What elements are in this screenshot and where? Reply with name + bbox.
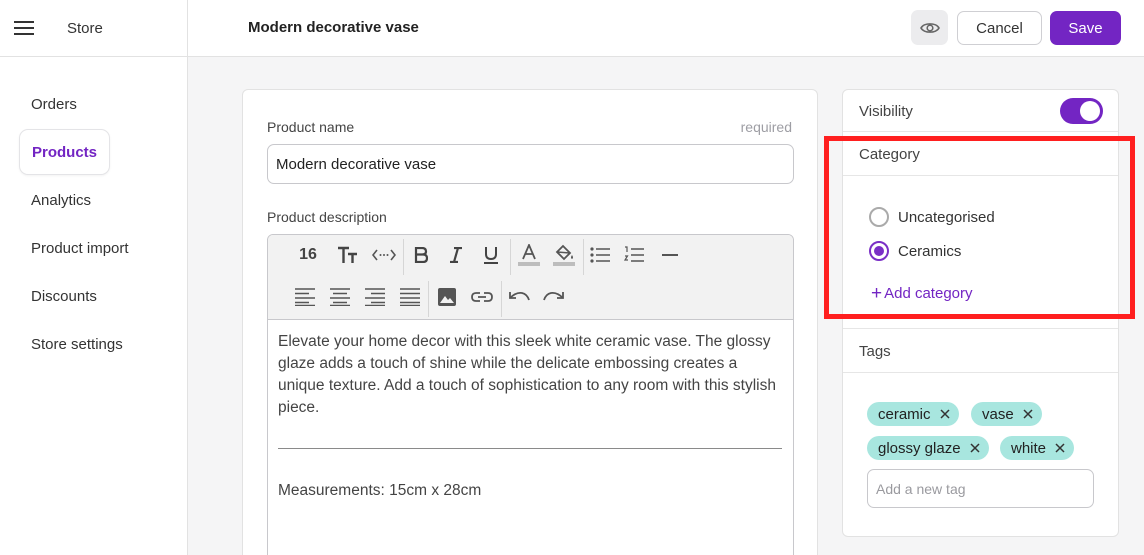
settings-panel: Visibility Category Uncategorised Cerami…	[842, 89, 1119, 537]
align-center-icon[interactable]	[326, 283, 354, 311]
category-option-ceramics[interactable]: Ceramics	[869, 241, 961, 261]
horizontal-rule-icon[interactable]	[656, 241, 684, 269]
editor-toolbar: 16	[268, 235, 793, 320]
description-text[interactable]: Elevate your home decor with this sleek …	[278, 331, 783, 419]
sidebar-item-analytics[interactable]: Analytics	[19, 177, 103, 223]
tag-chip: ceramic	[867, 402, 959, 426]
radio-button-checked[interactable]	[869, 241, 889, 261]
eye-icon	[919, 22, 940, 33]
underline-icon[interactable]	[477, 241, 505, 269]
product-name-label: Product name	[267, 119, 355, 135]
toolbar-separator	[510, 239, 511, 275]
tag-chip: vase	[971, 402, 1042, 426]
numbered-list-icon[interactable]	[620, 241, 648, 269]
store-label[interactable]: Store	[67, 20, 103, 37]
tags-label: Tags	[859, 343, 891, 360]
remove-tag-icon[interactable]	[1053, 441, 1067, 455]
preview-button[interactable]	[911, 10, 948, 45]
align-right-icon[interactable]	[361, 283, 389, 311]
highlight-color-icon[interactable]	[550, 241, 578, 269]
divider	[843, 175, 1118, 176]
remove-tag-icon[interactable]	[1021, 407, 1035, 421]
sidebar-item-orders[interactable]: Orders	[19, 81, 89, 127]
sidebar-item-product-import[interactable]: Product import	[19, 225, 141, 271]
toolbar-separator	[583, 239, 584, 275]
divider	[843, 131, 1118, 132]
page-title: Modern decorative vase	[248, 19, 419, 36]
tag-label: glossy glaze	[878, 439, 961, 457]
image-icon[interactable]	[433, 283, 461, 311]
measurements-text[interactable]: Measurements: 15cm x 28cm	[278, 482, 481, 500]
toggle-knob	[1080, 101, 1100, 121]
tag-chip: glossy glaze	[867, 436, 989, 460]
align-justify-icon[interactable]	[396, 283, 424, 311]
sidebar-item-products[interactable]: Products	[19, 129, 111, 175]
tag-chip: white	[1000, 436, 1075, 460]
visibility-label: Visibility	[859, 103, 913, 120]
plus-icon: +	[871, 283, 883, 304]
add-tag-input[interactable]	[867, 469, 1094, 508]
text-color-icon[interactable]	[515, 241, 543, 269]
undo-icon[interactable]	[505, 283, 533, 311]
radio-button[interactable]	[869, 207, 889, 227]
link-icon[interactable]	[468, 283, 496, 311]
tag-label: white	[1011, 439, 1047, 457]
category-label: Category	[859, 146, 920, 163]
toolbar-separator	[428, 281, 429, 317]
divider	[843, 372, 1118, 373]
visibility-toggle[interactable]	[1060, 98, 1103, 124]
add-category-label: Add category	[884, 285, 973, 302]
italic-icon[interactable]	[442, 241, 470, 269]
toolbar-separator	[501, 281, 502, 317]
save-button[interactable]: Save	[1050, 11, 1121, 45]
hamburger-menu-icon[interactable]	[0, 0, 47, 56]
sidebar-item-discounts[interactable]: Discounts	[19, 273, 109, 319]
remove-tag-icon[interactable]	[968, 441, 982, 455]
code-icon[interactable]	[370, 241, 398, 269]
horizontal-rule	[278, 448, 782, 449]
align-left-icon[interactable]	[291, 283, 319, 311]
add-category-link[interactable]: + Add category	[871, 283, 973, 304]
product-form-card: Product name required Product descriptio…	[242, 89, 818, 555]
sidebar: Orders Products Analytics Product import…	[0, 57, 188, 555]
category-option-uncategorised[interactable]: Uncategorised	[869, 207, 995, 227]
product-name-input[interactable]	[267, 144, 794, 184]
category-option-label: Ceramics	[898, 242, 962, 260]
product-description-label: Product description	[267, 209, 387, 225]
toolbar-separator	[403, 239, 404, 275]
top-bar: Store Modern decorative vase Cancel Save	[0, 0, 1144, 57]
cancel-button[interactable]: Cancel	[957, 11, 1042, 45]
sidebar-item-store-settings[interactable]: Store settings	[19, 321, 135, 367]
category-option-label: Uncategorised	[898, 208, 995, 226]
divider	[843, 328, 1118, 329]
font-size-button[interactable]: 16	[294, 241, 322, 269]
redo-icon[interactable]	[540, 283, 568, 311]
bullet-list-icon[interactable]	[586, 241, 614, 269]
font-size-value: 16	[299, 246, 317, 263]
required-hint: required	[740, 119, 792, 135]
tag-label: ceramic	[878, 405, 931, 423]
text-size-icon[interactable]	[334, 241, 362, 269]
tag-label: vase	[982, 405, 1014, 423]
remove-tag-icon[interactable]	[938, 407, 952, 421]
rich-text-editor: 16 Elevate your home decor with this sle…	[267, 234, 794, 555]
top-divider	[187, 0, 188, 57]
bold-icon[interactable]	[407, 241, 435, 269]
